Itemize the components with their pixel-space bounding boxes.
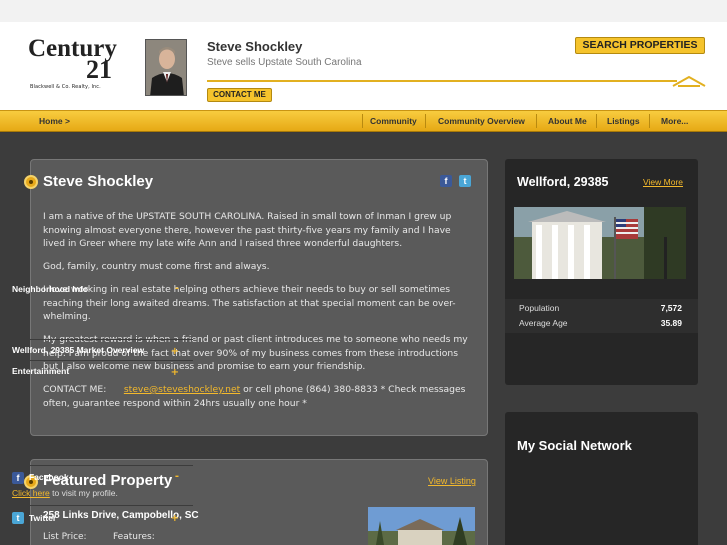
facebook-profile-link[interactable]: Click here (12, 488, 50, 498)
agent-tagline: Steve sells Upstate South Carolina (207, 57, 362, 68)
main-nav: Home > Community Community Overview Abou… (0, 110, 727, 132)
entertainment-label: Entertainment (12, 366, 70, 376)
facebook-profile-rest: to visit my profile. (52, 488, 118, 498)
neighborhood-title: Wellford, 29385 (517, 175, 609, 189)
entertainment-row[interactable]: Entertainment + (0, 360, 193, 381)
neighborhood-stats: Population 7,572 Average Age 35.89 (505, 299, 698, 333)
market-overview-row[interactable]: Wellford, 29385 Market Overview + (0, 339, 193, 360)
bullet-icon (24, 175, 38, 189)
contact-suffix: or cell phone (864) 380-8833 * Check mes… (43, 384, 466, 409)
nav-divider (596, 114, 597, 128)
nav-divider (649, 114, 650, 128)
search-properties-button[interactable]: SEARCH PROPERTIES (575, 37, 705, 54)
header-divider (207, 80, 677, 82)
bio-paragraph: God, family, country must come first and… (43, 261, 270, 272)
stat-value: 35.89 (660, 318, 682, 328)
top-strip (0, 0, 727, 22)
expand-icon[interactable]: + (171, 367, 179, 378)
nav-divider (536, 114, 537, 128)
agent-name: Steve Shockley (207, 39, 303, 54)
facebook-icon: f (12, 472, 24, 484)
facebook-share-icon[interactable]: f (440, 175, 452, 187)
neighborhood-photo (514, 207, 686, 279)
nav-about-me[interactable]: About Me (548, 111, 587, 131)
logo-number: 21 (86, 55, 112, 82)
collapse-icon[interactable]: - (175, 283, 179, 294)
collapse-icon[interactable]: - (175, 471, 179, 482)
contact-me-button[interactable]: CONTACT ME (207, 88, 272, 102)
profile-title: Steve Shockley (43, 173, 154, 190)
bio-paragraph: I am a native of the UPSTATE SOUTH CAROL… (43, 211, 452, 249)
neighborhood-info-row[interactable]: Neighborhood Info - (0, 279, 193, 300)
agent-avatar (145, 39, 187, 96)
view-more-link[interactable]: View More (643, 177, 683, 187)
nav-listings[interactable]: Listings (607, 111, 640, 131)
facebook-label: Facebook (29, 472, 69, 482)
contact-email-link[interactable]: steve@steveshockley.net (124, 384, 240, 395)
expand-icon[interactable]: + (171, 513, 179, 524)
nav-divider (362, 114, 363, 128)
nav-community-overview[interactable]: Community Overview (438, 111, 525, 131)
social-title: My Social Network (517, 438, 632, 453)
twitter-icon: t (12, 512, 24, 524)
century21-logo[interactable]: Century 21 Blackwell & Co. Realty, Inc. (28, 22, 118, 92)
facebook-profile-text: Click here to visit my profile. (12, 488, 118, 498)
contact-paragraph: CONTACT ME: steve@steveshockley.net or c… (43, 383, 473, 410)
featured-property-photo[interactable] (368, 507, 475, 545)
nav-more[interactable]: More... (661, 111, 688, 131)
expand-icon[interactable]: + (171, 346, 179, 357)
contact-prefix: CONTACT ME: (43, 384, 107, 395)
view-listing-link[interactable]: View Listing (428, 476, 476, 486)
market-overview-label: Wellford, 29385 Market Overview (12, 345, 145, 355)
social-network-box (505, 412, 698, 545)
house-roof-icon (672, 72, 706, 87)
stat-value: 7,572 (660, 303, 682, 313)
list-price-label: List Price: (43, 532, 87, 542)
nav-community[interactable]: Community (370, 111, 417, 131)
neighborhood-info-label: Neighborhood Info (12, 284, 89, 294)
nav-divider (425, 114, 426, 128)
nav-home[interactable]: Home > (39, 111, 70, 131)
stat-label: Population (519, 303, 560, 313)
stat-label: Average Age (519, 318, 568, 328)
profile-bio: I am a native of the UPSTATE SOUTH CAROL… (43, 210, 473, 420)
twitter-share-icon[interactable]: t (459, 175, 471, 187)
twitter-label: Twitter (29, 513, 57, 523)
logo-subtitle: Blackwell & Co. Realty, Inc. (30, 84, 101, 90)
twitter-row[interactable]: t Twitter + (0, 505, 193, 526)
facebook-row[interactable]: f Facebook - Click here to visit my prof… (0, 465, 193, 505)
features-label: Features: (113, 532, 155, 542)
